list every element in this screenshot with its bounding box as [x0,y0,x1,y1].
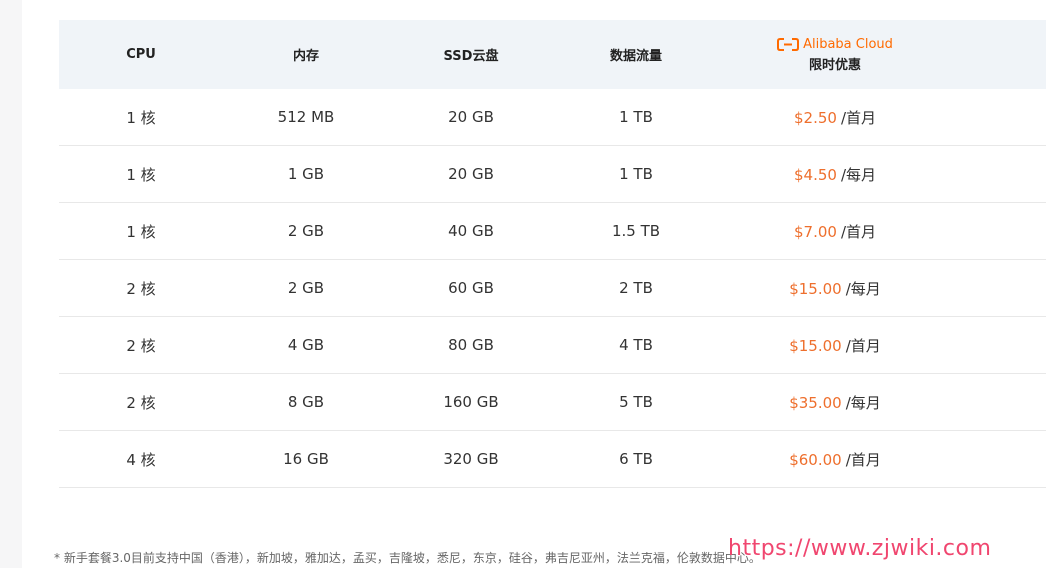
table-row: 2 核 2 GB 60 GB 2 TB $15.00/每月 [59,260,1046,317]
price-unit: /首月 [840,222,876,241]
table-header: CPU 内存 SSD云盘 数据流量 Alibaba Cloud 限时优惠 [59,20,1046,89]
brand-line: Alibaba Cloud [777,37,893,52]
content-panel: CPU 内存 SSD云盘 数据流量 Alibaba Cloud 限时优惠 1 核… [22,0,1046,568]
header-traffic: 数据流量 [609,49,662,64]
cell-price: $15.00/每月 [719,278,951,299]
price-unit: /每月 [845,279,881,298]
cell-price: $7.00/首月 [719,221,951,242]
cell-memory: 2 GB [287,279,325,297]
cell-price: $2.50/首月 [719,107,951,128]
table-row: 2 核 8 GB 160 GB 5 TB $35.00/每月 [59,374,1046,431]
table-row: 1 核 2 GB 40 GB 1.5 TB $7.00/首月 [59,203,1046,260]
cell-ssd: 160 GB [443,393,499,411]
cell-traffic: 5 TB [619,393,653,411]
cell-cpu: 1 核 [126,165,156,184]
cell-traffic: 1.5 TB [611,222,661,240]
cell-cpu: 2 核 [126,279,156,298]
header-ssd: SSD云盘 [443,49,499,64]
cell-ssd: 20 GB [448,108,494,126]
page: CPU 内存 SSD云盘 数据流量 Alibaba Cloud 限时优惠 1 核… [0,0,1046,568]
cell-traffic: 2 TB [619,279,653,297]
price-value: $35.00 [789,393,842,412]
promo-label: 限时优惠 [808,57,861,73]
cell-traffic: 1 TB [619,108,653,126]
footnote: * 新手套餐3.0目前支持中国（香港），新加坡，雅加达，孟买，吉隆坡，悉尼，东京… [54,551,761,565]
cell-memory: 2 GB [287,222,325,240]
cell-ssd: 80 GB [448,336,494,354]
cell-traffic: 4 TB [619,336,653,354]
header-cpu: CPU [126,47,156,62]
price-value: $15.00 [789,336,842,355]
alibaba-cloud-brand: Alibaba Cloud 限时优惠 [719,37,951,73]
cell-traffic: 1 TB [619,165,653,183]
cell-price: $15.00/首月 [719,335,951,356]
price-value: $4.50 [793,165,837,184]
header-promo: Alibaba Cloud 限时优惠 [719,37,951,73]
cell-memory: 4 GB [287,336,325,354]
cell-cpu: 4 核 [126,450,156,469]
cell-memory: 16 GB [283,450,329,468]
cell-price: $4.50/每月 [719,164,951,185]
price-unit: /首月 [845,450,881,469]
cell-ssd: 60 GB [448,279,494,297]
cell-memory: 1 GB [287,165,325,183]
watermark: https://www.zjwiki.com [728,536,992,561]
price-unit: /每月 [840,165,876,184]
pricing-table: CPU 内存 SSD云盘 数据流量 Alibaba Cloud 限时优惠 1 核… [59,20,1046,488]
cell-ssd: 20 GB [448,165,494,183]
cell-traffic: 6 TB [619,450,653,468]
table-row: 1 核 1 GB 20 GB 1 TB $4.50/每月 [59,146,1046,203]
price-unit: /首月 [845,336,881,355]
cell-ssd: 320 GB [443,450,499,468]
table-row: 1 核 512 MB 20 GB 1 TB $2.50/首月 [59,89,1046,146]
price-value: $60.00 [789,450,842,469]
cell-memory: 8 GB [287,393,325,411]
cell-cpu: 2 核 [126,393,156,412]
price-unit: /首月 [840,108,876,127]
cell-cpu: 1 核 [126,222,156,241]
price-value: $15.00 [789,279,842,298]
cell-cpu: 1 核 [126,108,156,127]
price-unit: /每月 [845,393,881,412]
header-memory: 内存 [292,49,319,64]
cell-price: $60.00/首月 [719,449,951,470]
table-row: 2 核 4 GB 80 GB 4 TB $15.00/首月 [59,317,1046,374]
price-value: $2.50 [793,108,837,127]
cell-price: $35.00/每月 [719,392,951,413]
table-body: 1 核 512 MB 20 GB 1 TB $2.50/首月 1 核1 GB 20 GB 1 … [59,89,1046,488]
cell-cpu: 2 核 [126,336,156,355]
alibaba-cloud-logo-icon [777,37,800,51]
brand-name: Alibaba Cloud [803,36,893,52]
price-value: $7.00 [793,222,837,241]
table-row: 4 核 16 GB 320 GB 6 TB $60.00/首月 [59,431,1046,488]
cell-memory: 512 MB [277,108,335,126]
cell-ssd: 40 GB [448,222,494,240]
